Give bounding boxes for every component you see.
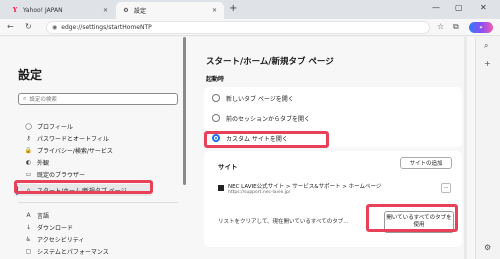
minimize-icon[interactable]: —: [432, 3, 440, 12]
highlight-box-button: [366, 204, 458, 232]
sidebar-item-label: プライバシー/検索/サービス: [37, 147, 113, 155]
sites-title: サイト: [218, 163, 238, 171]
add-icon[interactable]: +: [484, 59, 491, 68]
search-icon: ⌕: [23, 95, 27, 102]
browser-icon: ▭: [25, 170, 32, 178]
appearance-icon: ◐: [25, 158, 32, 166]
sidebar-item-appearance[interactable]: ◐ 外観: [24, 156, 49, 168]
sidebar-item-label: 外観: [37, 159, 50, 167]
option-previous-session[interactable]: 前のセッションからタブを開く: [212, 111, 310, 125]
language-icon: A: [26, 211, 31, 219]
tab-settings[interactable]: ⚙ 設定 ✕: [116, 2, 224, 19]
sidebar-item-downloads[interactable]: ↓ ダウンロード: [24, 221, 73, 233]
close-tab-icon[interactable]: ✕: [103, 7, 108, 14]
sidebar-item-label: アクセシビリティ: [37, 236, 85, 244]
add-site-button[interactable]: サイトの追加: [400, 157, 452, 169]
option-label: 前のセッションからタブを開く: [226, 115, 311, 123]
search-icon[interactable]: ⌕: [484, 41, 488, 51]
sidebar-item-languages[interactable]: A 言語: [24, 209, 49, 221]
site-name: NEC LAVIE公式サイト > サービス&サポート > ホームページ: [228, 184, 382, 190]
radio-button[interactable]: [212, 94, 220, 102]
close-window-icon[interactable]: ✕: [480, 3, 487, 12]
sidebar-item-system[interactable]: ▢ システムとパフォーマンス: [24, 245, 109, 257]
divider: [18, 202, 178, 203]
sidebar-item-label: システムとパフォーマンス: [37, 248, 109, 256]
sidebar-item-passwords[interactable]: ⚷ パスワードとオートフィル: [24, 132, 109, 144]
yahoo-favicon-icon: Y: [12, 7, 18, 14]
address-bar[interactable]: ◉ edge://settings/startHomeNTP: [46, 21, 430, 34]
collections-icon[interactable]: ⧉: [453, 22, 459, 32]
sidebar-item-label: 既定のブラウザー: [37, 171, 86, 179]
favorites-icon[interactable]: ☆: [437, 22, 444, 31]
accessibility-icon: ♿: [25, 235, 32, 243]
maximize-icon[interactable]: ▢: [455, 3, 463, 12]
settings-sidebar: 設定 ⌕ 設定の検索 ◯ プロフィール ⚷ パスワードとオートフィル 🔒 プライバシー…: [0, 37, 190, 259]
search-placeholder: 設定の検索: [29, 97, 57, 103]
option-label: 新しいタブ ページを開く: [226, 95, 294, 103]
radio-button[interactable]: [212, 114, 220, 122]
gear-icon[interactable]: ⚙: [484, 243, 491, 252]
page-title: スタート/ホーム/新規タブ ページ: [206, 57, 334, 67]
highlight-box-nav: [14, 180, 153, 194]
tab-title: Yahoo! JAPAN: [23, 7, 63, 14]
sidebar-item-profile[interactable]: ◯ プロフィール: [24, 120, 73, 132]
refresh-icon[interactable]: ↻: [25, 22, 32, 31]
close-tab-icon[interactable]: ✕: [212, 7, 217, 14]
sidebar-item-label: パスワードとオートフィル: [37, 135, 109, 143]
url-text: edge://settings/startHomeNTP: [61, 24, 152, 31]
tab-strip: Y Yahoo! JAPAN ✕ ⚙ 設定 ✕ + — ▢ ✕: [0, 0, 500, 19]
highlight-box-radio: [204, 131, 329, 148]
more-options-button[interactable]: ···: [441, 183, 451, 193]
sites-card: サイト サイトの追加 NEC LAVIE公式サイト > サービス&サポート > …: [204, 151, 462, 247]
copilot-button[interactable]: ✦: [469, 22, 493, 33]
sidebar-item-label: プロフィール: [37, 123, 73, 131]
settings-title: 設定: [18, 68, 43, 82]
lock-icon: 🔒: [24, 146, 33, 154]
startup-label: 起動時: [206, 76, 225, 83]
sidebar-item-default-browser[interactable]: ▭ 既定のブラウザー: [24, 168, 85, 180]
new-tab-button[interactable]: +: [229, 3, 237, 14]
tab-yahoo[interactable]: Y Yahoo! JAPAN ✕: [5, 2, 115, 19]
system-icon: ▢: [25, 247, 32, 255]
sidebar-item-label: 言語: [37, 212, 50, 220]
clear-list-text: リストをクリアして、現在開いているすべてのタブ...: [218, 219, 349, 225]
gear-icon: ⚙: [123, 7, 129, 14]
address-bar-row: ← ↻ ◉ edge://settings/startHomeNTP ☆ ⧉ ✦: [0, 19, 500, 36]
sidebar-scrollbar[interactable]: [183, 37, 186, 185]
tab-title: 設定: [134, 8, 147, 15]
download-icon: ↓: [25, 223, 32, 231]
main-scrollbar[interactable]: [464, 37, 467, 259]
sidebar-item-accessibility[interactable]: ♿ アクセシビリティ: [24, 233, 85, 245]
sidebar-item-privacy[interactable]: 🔒 プライバシー/検索/サービス: [24, 144, 113, 156]
sidebar-item-label: ダウンロード: [37, 224, 74, 232]
edge-sidebar: ⌕ + ⚙: [475, 37, 500, 259]
settings-search-input[interactable]: ⌕ 設定の検索: [18, 93, 178, 105]
option-new-tab[interactable]: 新しいタブ ページを開く: [212, 91, 294, 105]
back-icon[interactable]: ←: [7, 22, 14, 31]
site-url: https://support.nec-lavie.jp/: [228, 190, 291, 195]
key-icon: ⚷: [26, 134, 31, 142]
profile-icon: ◯: [25, 122, 32, 130]
site-favicon-icon: [218, 185, 224, 191]
edge-page-icon: ◉: [52, 24, 58, 31]
